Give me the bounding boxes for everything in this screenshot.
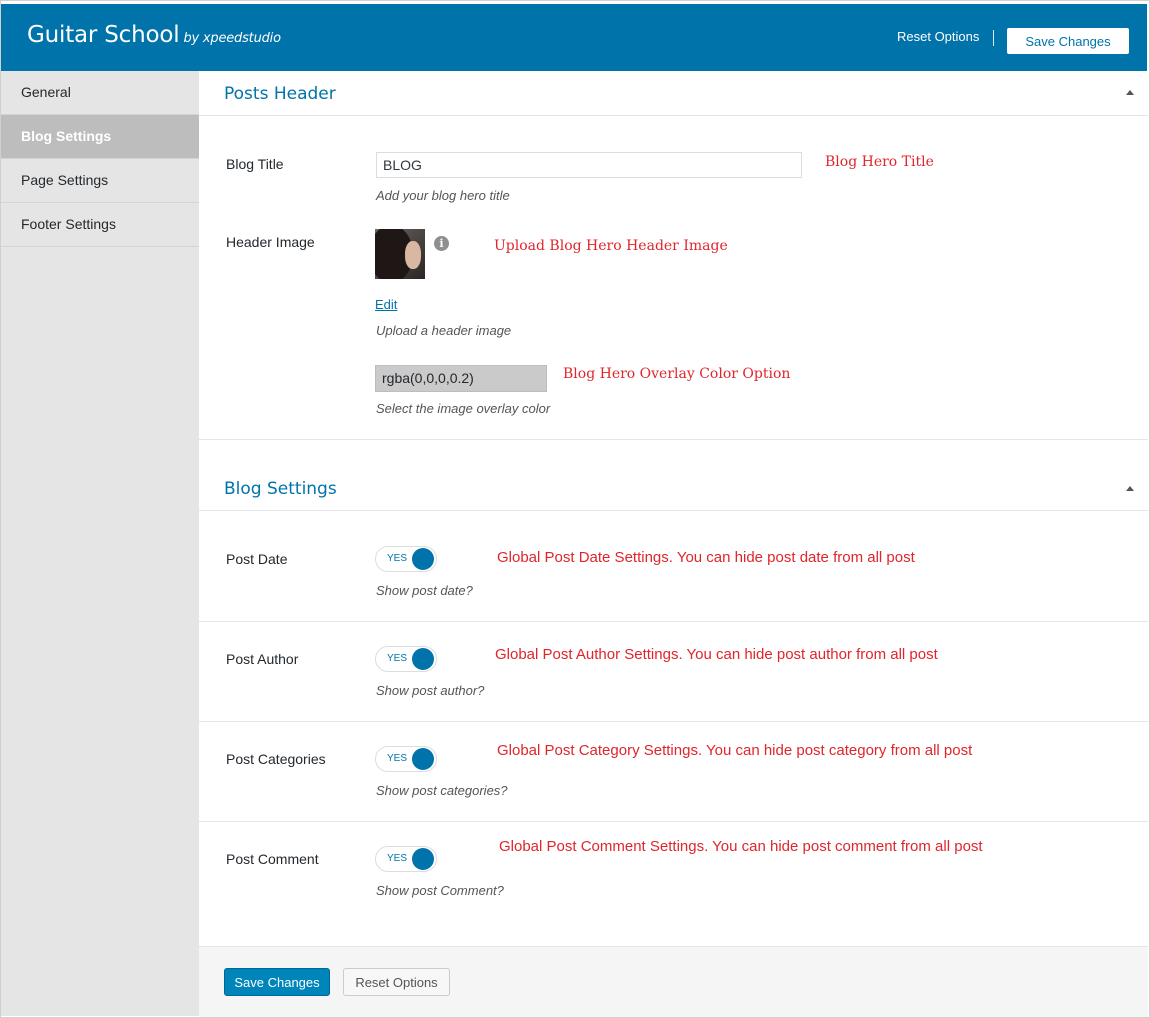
thumbnail-face-shape — [405, 241, 421, 269]
toggle-knob — [412, 548, 434, 570]
post-date-toggle[interactable]: YES — [375, 546, 437, 572]
toggle-state-label: YES — [387, 753, 408, 764]
post-comment-description: Show post Comment? — [376, 883, 504, 898]
section-divider — [199, 510, 1148, 511]
toggle-state-label: YES — [387, 553, 408, 564]
sidebar-item-label: General — [21, 84, 71, 100]
row-divider — [199, 721, 1148, 722]
sidebar-item-page-settings[interactable]: Page Settings — [1, 159, 199, 203]
blog-title-description: Add your blog hero title — [376, 188, 510, 203]
save-changes-button[interactable]: Save Changes — [224, 968, 330, 996]
post-categories-toggle[interactable]: YES — [375, 746, 437, 772]
save-changes-button-top[interactable]: Save Changes — [1007, 28, 1129, 54]
overlay-color-annotation: Blog Hero Overlay Color Option — [563, 366, 791, 382]
info-icon[interactable]: i — [434, 236, 449, 251]
post-author-annotation: Global Post Author Settings. You can hid… — [495, 646, 938, 663]
toggle-state-label: YES — [387, 853, 408, 864]
collapse-caret-icon[interactable] — [1126, 486, 1134, 491]
blog-settings-section-title[interactable]: Blog Settings — [224, 479, 337, 499]
toggle-knob — [412, 648, 434, 670]
post-comment-annotation: Global Post Comment Settings. You can hi… — [499, 838, 983, 855]
options-header: Guitar School by xpeedstudio Reset Option… — [1, 4, 1147, 71]
sidebar-item-label: Footer Settings — [21, 216, 116, 232]
posts-header-section-title[interactable]: Posts Header — [224, 84, 336, 104]
options-content: Posts Header Blog Title Add your blog he… — [199, 71, 1148, 1017]
reset-options-button[interactable]: Reset Options — [343, 968, 450, 996]
header-image-thumbnail[interactable] — [375, 229, 425, 279]
post-date-label: Post Date — [226, 551, 288, 567]
sidebar-item-footer-settings[interactable]: Footer Settings — [1, 203, 199, 247]
options-sidebar: General Blog Settings Page Settings Foot… — [1, 71, 200, 1016]
overlay-color-picker[interactable]: rgba(0,0,0,0.2) — [375, 365, 547, 392]
app-byline: by xpeedstudio — [183, 31, 281, 46]
sidebar-item-label: Page Settings — [21, 172, 109, 188]
options-footer: Save Changes Reset Options — [199, 946, 1148, 1017]
post-categories-label: Post Categories — [226, 751, 326, 767]
app-title-text: Guitar School — [27, 22, 180, 48]
post-comment-label: Post Comment — [226, 851, 319, 867]
blog-title-input[interactable] — [376, 152, 802, 178]
collapse-caret-icon[interactable] — [1126, 90, 1134, 95]
toggle-state-label: YES — [387, 653, 408, 664]
post-categories-annotation: Global Post Category Settings. You can h… — [497, 742, 973, 759]
post-date-annotation: Global Post Date Settings. You can hide … — [497, 549, 915, 566]
post-author-toggle[interactable]: YES — [375, 646, 437, 672]
blog-title-label: Blog Title — [226, 156, 284, 172]
overlay-color-description: Select the image overlay color — [376, 401, 551, 416]
header-divider — [993, 30, 994, 46]
toggle-knob — [412, 848, 434, 870]
toggle-knob — [412, 748, 434, 770]
app-title: Guitar School by xpeedstudio — [27, 22, 281, 48]
post-comment-toggle[interactable]: YES — [375, 846, 437, 872]
sidebar-item-general[interactable]: General — [1, 71, 199, 115]
blog-title-annotation: Blog Hero Title — [825, 154, 934, 170]
post-date-description: Show post date? — [376, 583, 473, 598]
row-divider — [199, 821, 1148, 822]
post-author-label: Post Author — [226, 651, 299, 667]
section-divider — [199, 115, 1148, 116]
post-categories-description: Show post categories? — [376, 783, 508, 798]
post-author-description: Show post author? — [376, 683, 485, 698]
header-image-label: Header Image — [226, 234, 315, 250]
row-divider — [199, 621, 1148, 622]
header-image-description: Upload a header image — [376, 323, 512, 338]
sidebar-item-label: Blog Settings — [21, 128, 112, 144]
header-image-annotation: Upload Blog Hero Header Image — [494, 238, 728, 254]
reset-options-link[interactable]: Reset Options — [897, 29, 979, 44]
sidebar-item-blog-settings[interactable]: Blog Settings — [1, 115, 199, 159]
edit-image-link[interactable]: Edit — [375, 297, 397, 312]
section-divider — [199, 439, 1148, 440]
